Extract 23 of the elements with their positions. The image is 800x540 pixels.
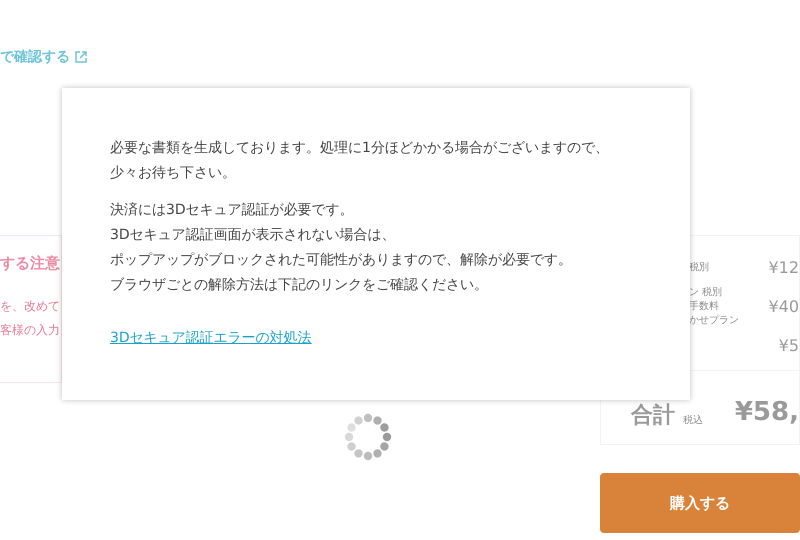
confirm-link[interactable]: で確認する (0, 46, 70, 68)
dialog-text: 3Dセキュア認証画面が表示されない場合は、 (110, 226, 397, 245)
summary-price: ¥40 (768, 296, 799, 318)
dialog-text: 決済には3Dセキュア認証が必要です。 (110, 201, 355, 220)
summary-label: 税別 (689, 261, 709, 275)
external-link-icon (74, 50, 88, 64)
summary-price: ¥12 (768, 257, 799, 279)
dialog-text: ポップアップがブロックされた可能性がありますので、解除が必要です。 (110, 251, 573, 270)
total-label: 合計 (631, 402, 675, 430)
summary-label: 手数料 (689, 300, 720, 314)
dialog-text: ブラウザごとの解除方法は下記のリンクをご確認ください。 (110, 276, 489, 295)
tax-note: 税込 (683, 414, 703, 428)
summary-price: ¥5 (778, 335, 799, 357)
loading-spinner-icon (344, 413, 392, 461)
purchase-button[interactable]: 購入する (600, 473, 800, 533)
dialog-text: 必要な書類を生成しております。処理に1分ほどかかる場合がございますので、少々お待ち下さい。 (110, 139, 610, 183)
notice-text: 客様の入力 (0, 322, 61, 338)
summary-label: ン 税別 (689, 286, 724, 300)
notice-title: する注意 (0, 253, 61, 274)
summary-label: かせプラン (689, 314, 739, 328)
total-price: ¥58, (734, 396, 799, 429)
notice-text: を、改めて (0, 298, 61, 314)
help-link[interactable]: 3Dセキュア認証エラーの対処法 (110, 326, 312, 351)
